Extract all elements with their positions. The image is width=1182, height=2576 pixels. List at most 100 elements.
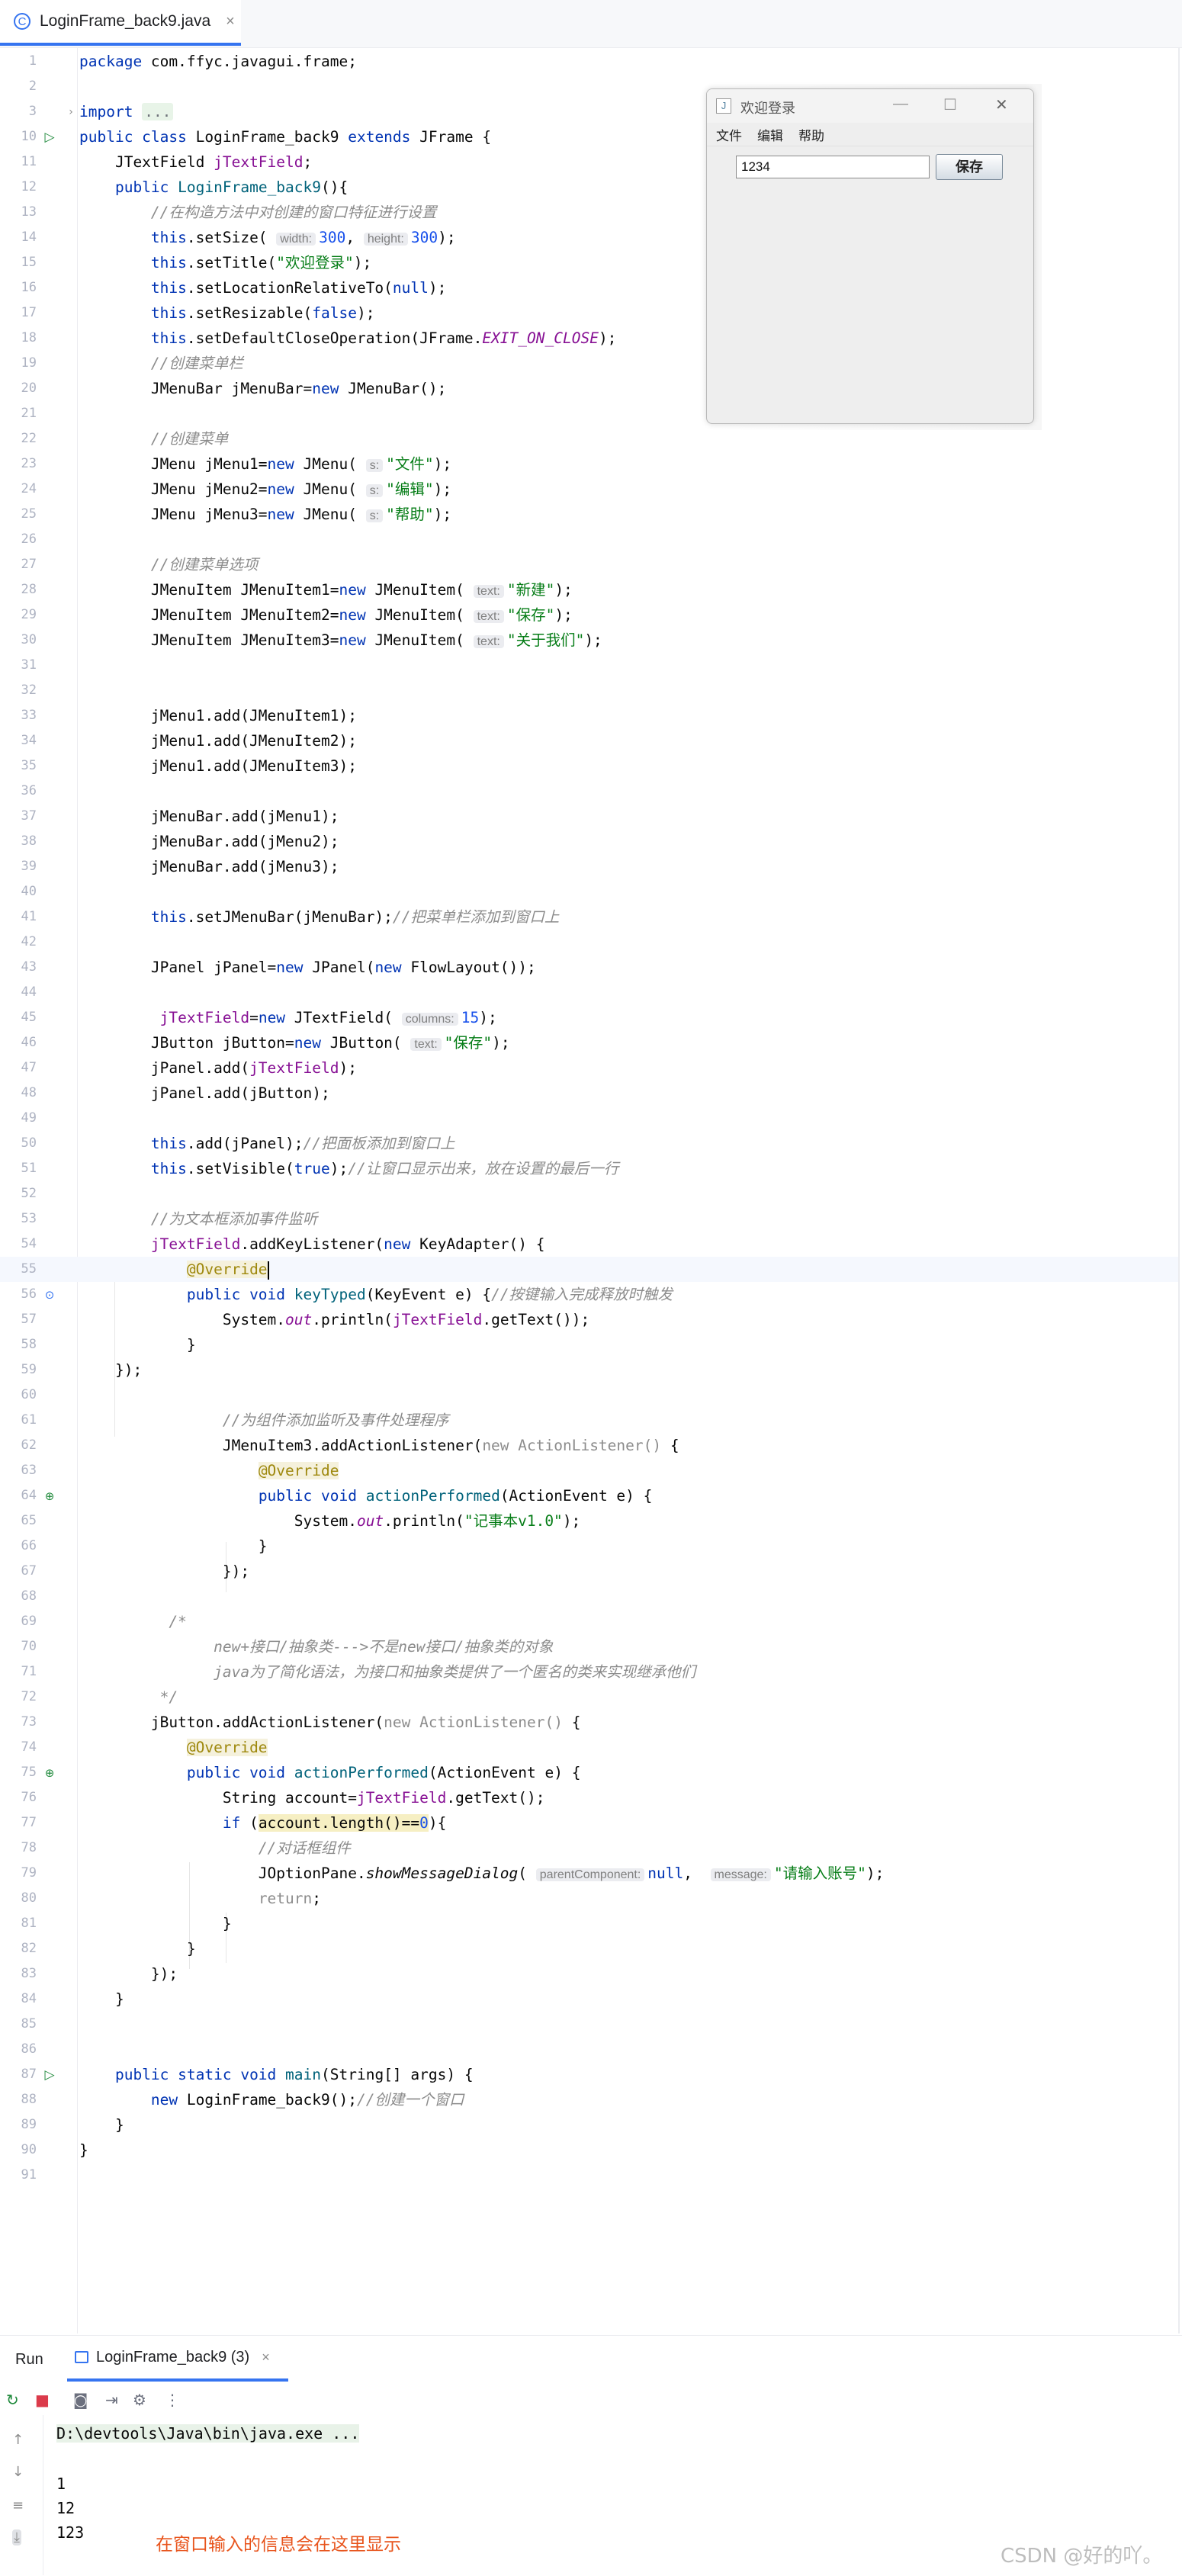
code-line[interactable]: 57 System.out.println(jTextField.getText… bbox=[0, 1307, 1178, 1332]
code-line[interactable]: 62 JMenuItem3.addActionListener(new Acti… bbox=[0, 1433, 1178, 1458]
maximize-icon[interactable]: ☐ bbox=[943, 95, 957, 114]
scroll-down-icon[interactable]: ↓ bbox=[12, 2464, 24, 2480]
implements-gutter-icon[interactable]: ⊕ bbox=[41, 1488, 58, 1505]
code-line[interactable]: 29 JMenuItem JMenuItem2=new JMenuItem( t… bbox=[0, 602, 1178, 628]
code-line[interactable]: 51 this.setVisible(true);//让窗口显示出来，放在设置的… bbox=[0, 1156, 1178, 1181]
run-config-tab[interactable]: LoginFrame_back9 (3) × bbox=[67, 2336, 288, 2382]
code-line[interactable]: 23 JMenu jMenu1=new JMenu( s: "文件"); bbox=[0, 451, 1178, 477]
close-icon[interactable]: ✕ bbox=[995, 95, 1008, 114]
code-line[interactable]: 35 jMenu1.add(JMenuItem3); bbox=[0, 753, 1178, 779]
code-line[interactable]: 56 ⊙ public void keyTyped(KeyEvent e) {//… bbox=[0, 1282, 1178, 1307]
code-line[interactable]: 26 bbox=[0, 527, 1178, 552]
code-line[interactable]: 71 java为了简化语法，为接口和抽象类提供了一个匿名的类来实现继承他们 bbox=[0, 1659, 1178, 1685]
code-line[interactable]: 66 } bbox=[0, 1534, 1178, 1559]
code-line[interactable]: 87 ▷ public static void main(String[] arg… bbox=[0, 2062, 1178, 2087]
code-line[interactable]: 65 System.out.println("记事本v1.0"); bbox=[0, 1508, 1178, 1534]
code-line[interactable]: 40 bbox=[0, 879, 1178, 904]
code-line[interactable]: 33 jMenu1.add(JMenuItem1); bbox=[0, 703, 1178, 728]
code-line[interactable]: 42 bbox=[0, 930, 1178, 955]
code-line[interactable]: 68 bbox=[0, 1584, 1178, 1609]
menu-help[interactable]: 帮助 bbox=[798, 125, 824, 144]
code-line[interactable]: 78 //对话框组件 bbox=[0, 1836, 1178, 1861]
rerun-icon[interactable]: ↻ bbox=[6, 2391, 19, 2409]
implements-gutter-icon[interactable]: ⊕ bbox=[41, 1765, 58, 1781]
code-line[interactable]: 67 }); bbox=[0, 1559, 1178, 1584]
code-line[interactable]: 74 @Override bbox=[0, 1735, 1178, 1760]
menu-file[interactable]: 文件 bbox=[716, 125, 742, 144]
code-line[interactable]: 60 bbox=[0, 1383, 1178, 1408]
code-line[interactable]: 89 } bbox=[0, 2112, 1178, 2138]
code-line[interactable]: 77 if (account.length()==0){ bbox=[0, 1810, 1178, 1836]
code-line[interactable]: 24 JMenu jMenu2=new JMenu( s: "编辑"); bbox=[0, 477, 1178, 502]
camera-icon[interactable]: ◙ bbox=[73, 2391, 88, 2409]
code-line[interactable]: 70 new+接口/抽象类--->不是new接口/抽象类的对象 bbox=[0, 1634, 1178, 1659]
fold-chevron-icon[interactable]: › bbox=[63, 104, 79, 120]
code-line[interactable]: 81 } bbox=[0, 1911, 1178, 1936]
code-line[interactable]: 37 jMenuBar.add(jMenu1); bbox=[0, 804, 1178, 829]
code-line[interactable]: 49 bbox=[0, 1106, 1178, 1131]
code-line[interactable]: 75 ⊕ public void actionPerformed(ActionEv… bbox=[0, 1760, 1178, 1785]
code-line[interactable]: 69 /* bbox=[0, 1609, 1178, 1634]
menu-edit[interactable]: 编辑 bbox=[757, 125, 783, 144]
override-gutter-icon[interactable]: ⊙ bbox=[41, 1286, 58, 1303]
code-line[interactable]: 58 } bbox=[0, 1332, 1178, 1357]
run-gutter-icon[interactable]: ▷ bbox=[41, 129, 58, 146]
code-line[interactable]: 30 JMenuItem JMenuItem3=new JMenuItem( t… bbox=[0, 628, 1178, 653]
code-line[interactable]: 64 ⊕ public void actionPerformed(ActionEv… bbox=[0, 1483, 1178, 1508]
code-line[interactable]: 36 bbox=[0, 779, 1178, 804]
code-line[interactable]: 27 //创建菜单选项 bbox=[0, 552, 1178, 577]
code-line[interactable]: 43 JPanel jPanel=new JPanel(new FlowLayo… bbox=[0, 955, 1178, 980]
code-line[interactable]: 73 jButton.addActionListener(new ActionL… bbox=[0, 1710, 1178, 1735]
code-line[interactable]: 59 }); bbox=[0, 1357, 1178, 1383]
code-line[interactable]: 83 }); bbox=[0, 1961, 1178, 1987]
code-line[interactable]: 41 this.setJMenuBar(jMenuBar);//把菜单栏添加到窗… bbox=[0, 904, 1178, 930]
code-line[interactable]: 50 this.add(jPanel);//把面板添加到窗口上 bbox=[0, 1131, 1178, 1156]
editor-tab-active[interactable]: C LoginFrame_back9.java × bbox=[0, 0, 241, 46]
save-button[interactable]: 保存 bbox=[936, 154, 1003, 180]
soft-wrap-icon[interactable]: ≡ bbox=[12, 2497, 24, 2513]
code-line[interactable]: 48 jPanel.add(jButton); bbox=[0, 1081, 1178, 1106]
code-line[interactable]: 91 bbox=[0, 2163, 1178, 2188]
code-line[interactable]: 88 new LoginFrame_back9();//创建一个窗口 bbox=[0, 2087, 1178, 2112]
code-line[interactable]: 45 jTextField=new JTextField( columns: 15… bbox=[0, 1005, 1178, 1030]
tab-close-icon[interactable]: × bbox=[226, 13, 235, 31]
code-line[interactable]: 25 JMenu jMenu3=new JMenu( s: "帮助"); bbox=[0, 502, 1178, 527]
code-line[interactable]: 47 jPanel.add(jTextField); bbox=[0, 1055, 1178, 1081]
code-line[interactable]: 55 @Override bbox=[0, 1257, 1178, 1282]
code-line[interactable]: 53 //为文本框添加事件监听 bbox=[0, 1206, 1178, 1232]
code-line[interactable]: 46 JButton jButton=new JButton( text: "保存… bbox=[0, 1030, 1178, 1055]
code-line[interactable]: 79 JOptionPane.showMessageDialog( parent… bbox=[0, 1861, 1178, 1886]
swing-title-bar[interactable]: J 欢迎登录 — ☐ ✕ bbox=[707, 89, 1033, 123]
code-line[interactable]: 39 jMenuBar.add(jMenu3); bbox=[0, 854, 1178, 879]
code-line[interactable]: 34 jMenu1.add(JMenuItem2); bbox=[0, 728, 1178, 753]
code-line[interactable]: 61 //为组件添加监听及事件处理程序 bbox=[0, 1408, 1178, 1433]
more-options-icon[interactable]: ⋮ bbox=[165, 2391, 180, 2409]
code-line[interactable]: 80 return; bbox=[0, 1886, 1178, 1911]
code-line[interactable]: 82 } bbox=[0, 1936, 1178, 1961]
code-line[interactable]: 54 jTextField.addKeyListener(new KeyAdap… bbox=[0, 1232, 1178, 1257]
code-line[interactable]: 28 JMenuItem JMenuItem1=new JMenuItem( t… bbox=[0, 577, 1178, 602]
minimize-icon[interactable]: — bbox=[893, 95, 908, 113]
code-line[interactable]: 84 } bbox=[0, 1987, 1178, 2012]
code-line[interactable]: 76 String account=jTextField.getText(); bbox=[0, 1785, 1178, 1810]
run-gutter-icon[interactable]: ▷ bbox=[41, 2067, 58, 2083]
swing-login-window[interactable]: J 欢迎登录 — ☐ ✕ 文件 编辑 帮助 1234 保存 bbox=[706, 88, 1034, 424]
scroll-to-end-icon[interactable]: ⤓ bbox=[12, 2529, 21, 2545]
code-line[interactable]: 31 bbox=[0, 653, 1178, 678]
code-line[interactable]: 32 bbox=[0, 678, 1178, 703]
account-text-field[interactable]: 1234 bbox=[736, 156, 930, 178]
code-line[interactable]: 90} bbox=[0, 2138, 1178, 2163]
export-icon[interactable]: ⇥ bbox=[105, 2391, 118, 2409]
code-line[interactable]: 44 bbox=[0, 980, 1178, 1005]
code-line[interactable]: 72 */ bbox=[0, 1685, 1178, 1710]
stop-icon[interactable]: ■ bbox=[35, 2391, 50, 2409]
code-line[interactable]: 63 @Override bbox=[0, 1458, 1178, 1483]
code-line[interactable]: 52 bbox=[0, 1181, 1178, 1206]
settings-icon[interactable]: ⚙ bbox=[133, 2391, 146, 2409]
run-tab-close-icon[interactable]: × bbox=[262, 2350, 270, 2366]
code-line[interactable]: 85 bbox=[0, 2012, 1178, 2037]
code-line[interactable]: 1 package com.ffyc.javagui.frame; bbox=[0, 49, 1178, 74]
code-line[interactable]: 38 jMenuBar.add(jMenu2); bbox=[0, 829, 1178, 854]
code-line[interactable]: 86 bbox=[0, 2037, 1178, 2062]
scroll-up-icon[interactable]: ↑ bbox=[12, 2432, 24, 2448]
